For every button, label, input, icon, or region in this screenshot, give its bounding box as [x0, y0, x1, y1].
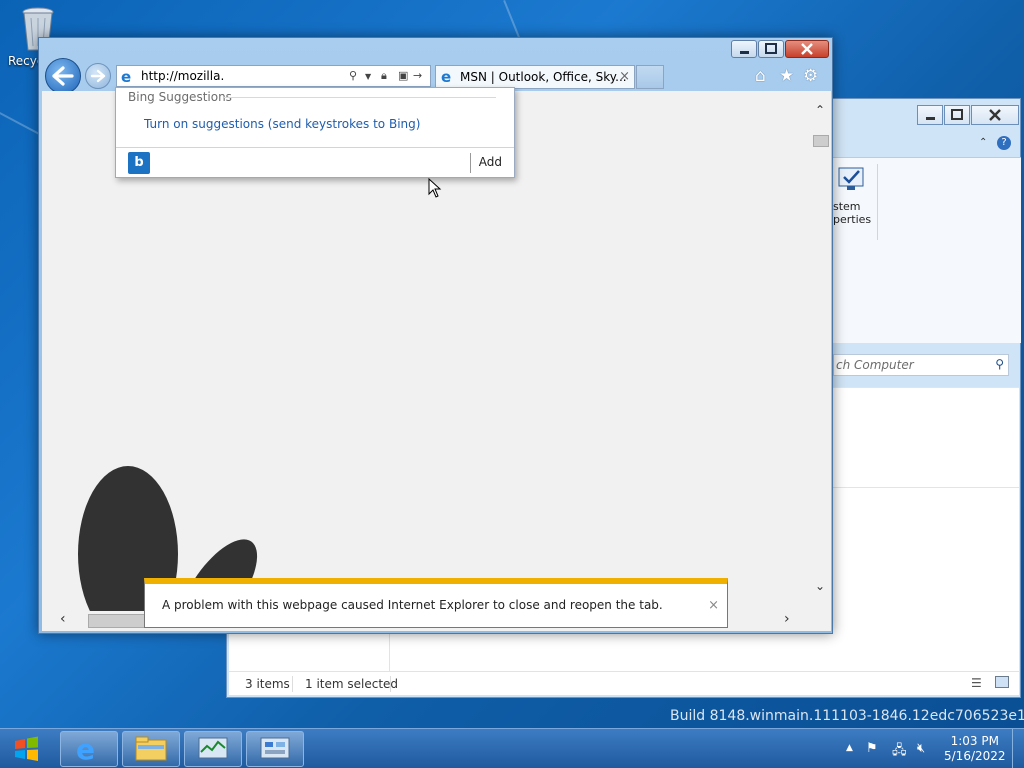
forward-button[interactable] [85, 63, 111, 89]
wallpaper-streak [503, 0, 520, 38]
explorer-maximize-button[interactable] [944, 105, 970, 125]
explorer-status-bar: 3 items 1 item selected ☰ [229, 671, 1019, 695]
bing-suggestions-dropdown: Bing Suggestions Turn on suggestions (se… [115, 87, 515, 178]
dropdown-chevron-icon[interactable]: ▼ [365, 72, 371, 81]
large-icons-view-icon[interactable] [995, 676, 1009, 688]
ribbon-collapse-icon[interactable]: ⌃ [979, 137, 987, 148]
action-center-flag-icon[interactable]: ⚑ [866, 741, 878, 756]
nav-pane-divider [389, 627, 390, 675]
notification-message: A problem with this webpage caused Inter… [162, 598, 663, 612]
explorer-search-input[interactable]: ch Computer ⚲ [833, 354, 1009, 376]
compat-view-icon[interactable]: ▣ [398, 69, 408, 82]
footer-divider [470, 153, 471, 173]
taskbar-system-button[interactable] [246, 731, 304, 767]
help-icon[interactable]: ? [997, 136, 1011, 150]
windows-logo-icon [15, 736, 38, 761]
go-arrow-icon[interactable]: → [413, 69, 422, 82]
tab-msn[interactable]: e MSN | Outlook, Office, Sky... × [435, 65, 635, 89]
settings-gear-icon[interactable]: ⚙ [803, 66, 818, 86]
header-rule [224, 97, 496, 98]
ribbon-label-1: stem [833, 200, 861, 213]
ie-maximize-button[interactable] [758, 40, 784, 58]
bing-logo-icon[interactable]: b [128, 152, 150, 174]
details-view-icon[interactable]: ☰ [971, 676, 982, 690]
ribbon-divider [877, 164, 878, 240]
build-watermark: Build 8148.winmain.111103-1846.12edc7065… [670, 708, 1024, 724]
home-icon[interactable]: ⌂ [755, 66, 766, 86]
dropdown-footer: b Add [116, 147, 514, 177]
content-divider [833, 487, 1019, 488]
explorer-minimize-button[interactable] [917, 105, 943, 125]
scroll-right-arrow-icon[interactable]: › [784, 611, 790, 627]
start-button[interactable] [0, 729, 56, 768]
lock-icon[interactable]: 🔒︎ [381, 69, 387, 83]
system-properties-button[interactable]: stem perties [833, 164, 877, 240]
add-provider-button[interactable]: Add [479, 155, 502, 169]
status-item-count: 3 items [245, 677, 290, 691]
taskbar-clock[interactable]: 1:03 PM 5/16/2022 [944, 734, 1006, 764]
ie-close-button[interactable] [785, 40, 829, 58]
status-divider [390, 676, 391, 692]
explorer-close-button[interactable] [971, 105, 1019, 125]
tab-title: MSN | Outlook, Office, Sky... [460, 70, 627, 84]
network-icon[interactable]: 🖧︎ [892, 741, 907, 763]
tab-close-icon[interactable]: × [619, 69, 630, 84]
address-text[interactable]: http://mozilla. [141, 69, 224, 83]
explorer-ribbon: stem perties [833, 157, 1021, 343]
monitor-check-icon [838, 167, 864, 190]
bing-suggestions-header: Bing Suggestions [128, 90, 232, 104]
ribbon-label-2: perties [833, 213, 872, 226]
address-bar[interactable]: e http://mozilla. ⚲ ▼ 🔒︎ ▣ → [116, 65, 431, 87]
ie-minimize-button[interactable] [731, 40, 757, 58]
scroll-left-arrow-icon[interactable]: ‹ [60, 611, 66, 627]
ie-taskbar-icon: e [76, 733, 95, 766]
mouse-cursor-icon [428, 178, 442, 198]
favorites-star-icon[interactable]: ★ [779, 66, 794, 86]
status-selected-count: 1 item selected [305, 677, 399, 691]
forward-arrow-icon [90, 69, 106, 83]
taskbar: e ▲ ⚑ 🖧︎ 🔇︎ 1:03 PM 5/16/2022 [0, 728, 1024, 768]
notification-close-icon[interactable]: × [708, 598, 719, 613]
tab-recovery-notification: A problem with this webpage caused Inter… [144, 578, 728, 628]
back-arrow-icon [52, 66, 74, 86]
clock-time: 1:03 PM [950, 734, 999, 748]
status-divider [292, 676, 293, 692]
search-icon[interactable]: ⚲ [995, 357, 1004, 371]
content-divider [833, 387, 1019, 388]
show-desktop-button[interactable] [1012, 729, 1024, 768]
taskbar-explorer-button[interactable] [122, 731, 180, 767]
folder-icon [135, 736, 167, 761]
back-button[interactable] [45, 58, 81, 94]
taskbar-ie-button[interactable]: e [60, 731, 118, 767]
ie-page-icon: e [121, 68, 132, 86]
scroll-down-arrow-icon[interactable]: ⌄ [815, 579, 825, 593]
search-placeholder: ch Computer [836, 358, 914, 372]
msn-tab-icon: e [441, 68, 452, 86]
scroll-up-arrow-icon[interactable]: ⌃ [815, 103, 825, 117]
new-tab-button[interactable] [636, 65, 664, 89]
performance-monitor-icon [198, 737, 228, 759]
vertical-scrollbar[interactable]: ⌃ ⌄ [811, 91, 831, 611]
show-hidden-icons-icon[interactable]: ▲ [846, 743, 853, 753]
taskbar-resource-monitor-button[interactable] [184, 731, 242, 767]
volume-muted-icon[interactable]: 🔇︎ [917, 741, 925, 756]
clock-date: 5/16/2022 [944, 749, 1006, 763]
search-icon[interactable]: ⚲ [349, 69, 357, 82]
horizontal-scroll-thumb[interactable] [88, 614, 148, 628]
turn-on-suggestions-link[interactable]: Turn on suggestions (send keystrokes to … [144, 117, 420, 131]
vertical-scroll-thumb[interactable] [813, 135, 829, 147]
computer-settings-icon [260, 737, 290, 759]
